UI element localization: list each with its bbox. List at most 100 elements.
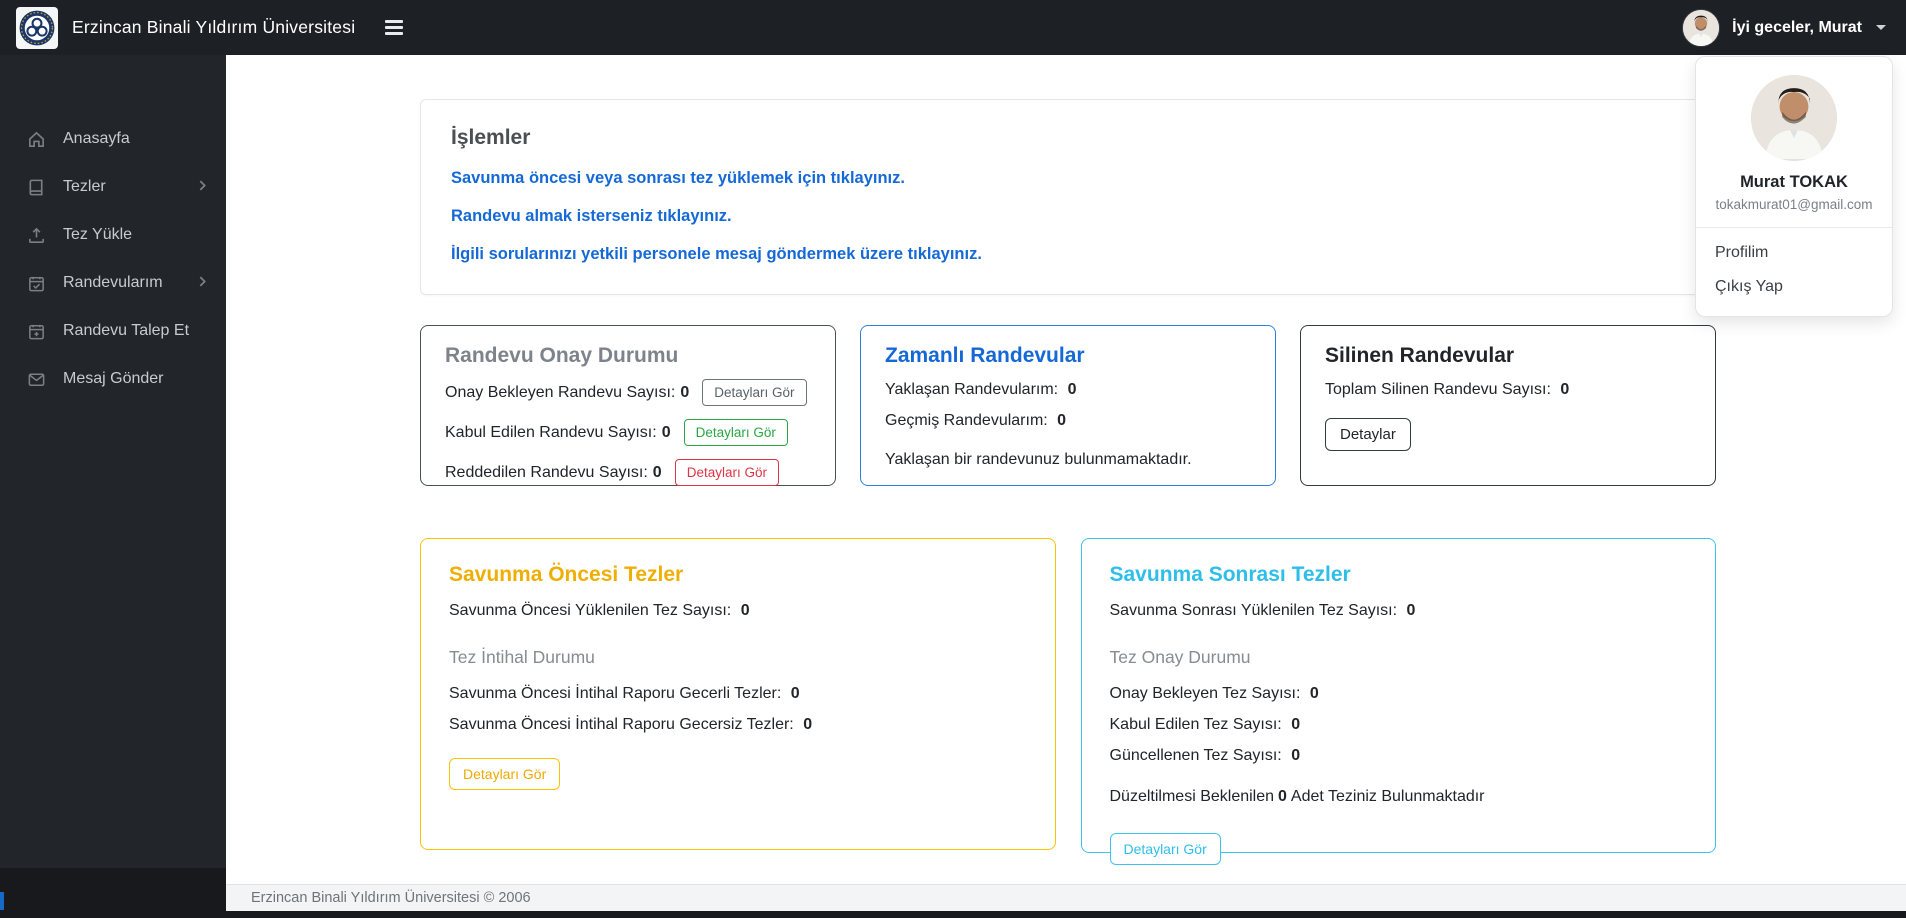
zamanli-note: Yaklaşan bir randevunuz bulunmamaktadır. [885,451,1192,468]
user-menu-toggle[interactable]: İyi geceler, Murat [1682,8,1886,47]
stat-label: Yaklaşan Randevularım: [885,381,1059,398]
sidebar-item-anasayfa[interactable]: Anasayfa [0,115,226,163]
tez-onay-durumu-subtitle: Tez Onay Durumu [1109,647,1251,667]
detaylar-button[interactable]: Detaylar [1325,418,1411,451]
sidebar-item-label: Tez Yükle [63,226,133,243]
menu-item-profilim[interactable]: Profilim [1696,236,1892,270]
stat-reddedilen-randevu: Reddedilen Randevu Sayısı: 0 Detayları G… [445,457,811,488]
card-title: Randevu Onay Durumu [445,344,679,367]
bottom-strip [0,911,1906,918]
stat-label: Savunma Sonrası Yüklenilen Tez Sayısı: [1109,602,1398,619]
chevron-right-icon [197,178,208,196]
stat-intihal-gecerli: Savunma Öncesi İntihal Raporu Gecerli Te… [449,685,1027,703]
stat-value: 0 [1309,685,1319,702]
stat-gecmis-randevu: Geçmiş Randevularım: 0 [885,412,1251,430]
stat-value: 0 [661,423,671,441]
stat-kabul-edilen-tez: Kabul Edilen Tez Sayısı: 0 [1110,716,1688,734]
calendar-check-icon [27,274,46,293]
stat-value: 0 [680,383,690,401]
stat-label: Güncellenen Tez Sayısı: [1109,747,1282,764]
detaylari-gor-button-warning[interactable]: Detayları Gör [449,758,561,790]
user-dropdown-menu: Murat TOKAK tokakmurat01@gmail.com Profi… [1695,56,1893,317]
app-title: Erzincan Binali Yıldırım Üniversitesi [72,17,356,37]
home-icon [27,130,46,149]
detaylari-gor-button-success[interactable]: Detayları Gör [683,419,788,446]
link-mesaj-gonder[interactable]: İlgili sorularınızı yetkili personele me… [451,245,1685,264]
sidebar: Anasayfa Tezler Tez Yükle Randevularım R… [0,55,226,918]
sidebar-item-label: Anasayfa [63,130,130,147]
sidebar-footer-area [0,868,226,918]
user-email: tokakmurat01@gmail.com [1696,197,1892,228]
stat-value: 0 [1560,381,1570,398]
stat-label: Onay Bekleyen Randevu Sayısı: [445,383,676,401]
book-icon [27,178,46,197]
sidebar-menu: Anasayfa Tezler Tez Yükle Randevularım R… [0,55,226,403]
upload-icon [27,226,46,245]
page-footer: Erzincan Binali Yıldırım Üniversitesi © … [226,884,1906,911]
zamanli-randevular-card: Zamanlı Randevular Yaklaşan Randevularım… [860,325,1276,486]
stat-label: Savunma Öncesi İntihal Raporu Gecerli Te… [449,685,782,702]
randevu-onay-durumu-card: Randevu Onay Durumu Onay Bekleyen Randev… [420,325,836,486]
sidebar-item-label: Mesaj Gönder [63,370,164,387]
stat-value: 0 [1067,381,1077,398]
stat-yaklasan-randevu: Yaklaşan Randevularım: 0 [885,381,1251,399]
chevron-right-icon [197,274,208,292]
sidebar-item-randevularim[interactable]: Randevularım [0,259,226,307]
stat-savunma-sonrasi-yuklenen: Savunma Sonrası Yüklenilen Tez Sayısı: 0 [1110,602,1688,620]
stat-value: 0 [1057,412,1067,429]
stat-guncellenen-tez: Güncellenen Tez Sayısı: 0 [1110,747,1688,765]
sidebar-item-label: Randevularım [63,274,163,291]
stat-value: 0 [1406,602,1416,619]
greeting-text: İyi geceler, Murat [1732,18,1862,36]
duzeltilmesi-beklenen-note: Düzeltilmesi Beklenilen 0 Adet Teziniz Bul… [1110,788,1688,806]
detaylari-gor-button-info[interactable]: Detayları Gör [1109,833,1221,865]
note-suffix: Adet Teziniz Bulunmaktadır [1290,788,1485,805]
link-tez-yukle[interactable]: Savunma öncesi veya sonrası tez yüklemek… [451,169,1685,188]
sidebar-item-tez-yukle[interactable]: Tez Yükle [0,211,226,259]
detaylari-gor-button-secondary[interactable]: Detayları Gör [702,379,807,406]
tez-intihal-durumu-subtitle: Tez İntihal Durumu [449,647,595,667]
sidebar-item-label: Randevu Talep Et [63,322,190,339]
stat-onay-bekleyen-randevu: Onay Bekleyen Randevu Sayısı: 0 Detaylar… [445,377,811,408]
stat-toplam-silinen-randevu: Toplam Silinen Randevu Sayısı: 0 [1325,381,1691,399]
stat-label: Savunma Öncesi İntihal Raporu Gecersiz T… [449,716,794,733]
islemler-title: İşlemler [451,126,531,149]
stat-value: 0 [652,463,662,481]
islemler-card: İşlemler Savunma öncesi veya sonrası tez… [420,99,1716,295]
envelope-icon [27,370,46,389]
card-title: Savunma Sonrası Tezler [1109,563,1351,586]
note-prefix: Düzeltilmesi Beklenilen [1109,788,1275,805]
top-navbar: Erzincan Binali Yıldırım Üniversitesi İy… [0,0,1906,55]
stat-onay-bekleyen-tez: Onay Bekleyen Tez Sayısı: 0 [1110,685,1688,703]
menu-toggle-icon[interactable] [385,20,404,35]
stat-value: 0 [790,685,800,702]
note-value: 0 [1278,788,1287,805]
stat-value: 0 [803,716,813,733]
avatar [1751,75,1837,161]
stat-label: Kabul Edilen Randevu Sayısı: [445,423,657,441]
stat-savunma-oncesi-yuklenen: Savunma Öncesi Yüklenilen Tez Sayısı: 0 [449,602,1027,620]
footer-text: Erzincan Binali Yıldırım Üniversitesi © … [251,890,531,906]
stat-intihal-gecersiz: Savunma Öncesi İntihal Raporu Gecersiz T… [449,716,1027,734]
sidebar-item-mesaj-gonder[interactable]: Mesaj Gönder [0,355,226,403]
savunma-sonrasi-tezler-card: Savunma Sonrası Tezler Savunma Sonrası Y… [1080,538,1716,865]
stat-label: Onay Bekleyen Tez Sayısı: [1109,685,1301,702]
avatar [1682,8,1721,47]
chevron-down-icon [1876,25,1886,30]
stat-label: Kabul Edilen Tez Sayısı: [1109,716,1282,733]
user-fullname: Murat TOKAK [1740,173,1848,191]
sidebar-item-tezler[interactable]: Tezler [0,163,226,211]
menu-item-cikis-yap[interactable]: Çıkış Yap [1696,270,1892,304]
sidebar-item-label: Tezler [63,178,106,195]
stat-label: Reddedilen Randevu Sayısı: [445,463,648,481]
link-randevu-al[interactable]: Randevu almak isterseniz tıklayınız. [451,207,1685,226]
savunma-oncesi-tezler-card: Savunma Öncesi Tezler Savunma Öncesi Yük… [420,538,1056,850]
stat-label: Toplam Silinen Randevu Sayısı: [1325,381,1551,398]
stat-value: 0 [1291,747,1301,764]
sidebar-item-randevu-talep-et[interactable]: Randevu Talep Et [0,307,226,355]
card-title: Silinen Randevular [1325,344,1515,367]
sidebar-scrollbar[interactable] [0,892,4,910]
stat-value: 0 [740,602,750,619]
detaylari-gor-button-danger[interactable]: Detayları Gör [674,459,779,486]
card-title: Zamanlı Randevular [885,344,1085,367]
